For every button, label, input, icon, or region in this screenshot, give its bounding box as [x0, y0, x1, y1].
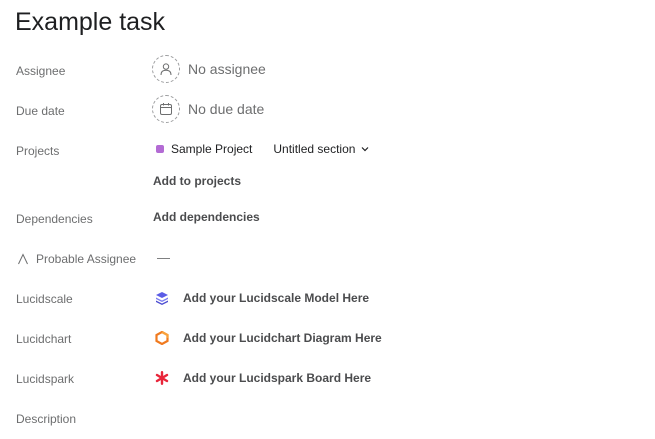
lucidspark-logo-icon: [154, 370, 170, 386]
lucidspark-field[interactable]: Add your Lucidspark Board Here: [153, 370, 371, 386]
chevron-down-icon[interactable]: [360, 144, 370, 154]
due-date-field[interactable]: No due date: [152, 95, 264, 123]
probable-assignee-label-row: Probable Assignee: [16, 251, 136, 267]
text-field-icon: [16, 252, 30, 266]
lucidscale-label: Lucidscale: [16, 292, 73, 306]
due-date-label: Due date: [16, 104, 65, 118]
lucidscale-logo-icon: [154, 290, 170, 306]
add-lucidspark-link[interactable]: Add your Lucidspark Board Here: [183, 371, 371, 385]
add-lucidscale-link[interactable]: Add your Lucidscale Model Here: [183, 291, 369, 305]
due-date-value[interactable]: No due date: [188, 101, 264, 117]
description-label: Description: [16, 412, 77, 426]
add-to-projects-button[interactable]: Add to projects: [153, 174, 241, 188]
probable-assignee-value[interactable]: —: [157, 250, 170, 265]
projects-label: Projects: [16, 144, 60, 158]
lucidchart-label: Lucidchart: [16, 332, 72, 346]
assignee-value[interactable]: No assignee: [188, 61, 266, 77]
section-name[interactable]: Untitled section: [273, 142, 355, 156]
task-title[interactable]: Example task: [15, 6, 165, 38]
projects-field: Sample Project Untitled section: [156, 142, 370, 156]
project-chip[interactable]: Sample Project: [156, 142, 252, 156]
project-color-swatch: [156, 145, 164, 153]
dependencies-label: Dependencies: [16, 212, 93, 226]
project-name[interactable]: Sample Project: [171, 142, 252, 156]
add-to-projects-row: Add to projects: [153, 174, 241, 188]
add-lucidchart-link[interactable]: Add your Lucidchart Diagram Here: [183, 331, 382, 345]
lucidscale-field[interactable]: Add your Lucidscale Model Here: [153, 290, 369, 306]
section-dropdown[interactable]: Untitled section: [273, 142, 370, 156]
probable-assignee-label: Probable Assignee: [36, 252, 137, 266]
calendar-icon[interactable]: [152, 95, 180, 123]
assignee-label: Assignee: [16, 64, 66, 78]
lucidspark-label: Lucidspark: [16, 372, 75, 386]
probable-assignee-field[interactable]: —: [153, 250, 170, 265]
lucidchart-field[interactable]: Add your Lucidchart Diagram Here: [153, 330, 382, 346]
add-dependencies-button[interactable]: Add dependencies: [153, 210, 260, 224]
user-icon[interactable]: [152, 55, 180, 83]
assignee-field[interactable]: No assignee: [152, 55, 266, 83]
dependencies-field: Add dependencies: [153, 210, 260, 224]
lucidchart-logo-icon: [154, 330, 170, 346]
